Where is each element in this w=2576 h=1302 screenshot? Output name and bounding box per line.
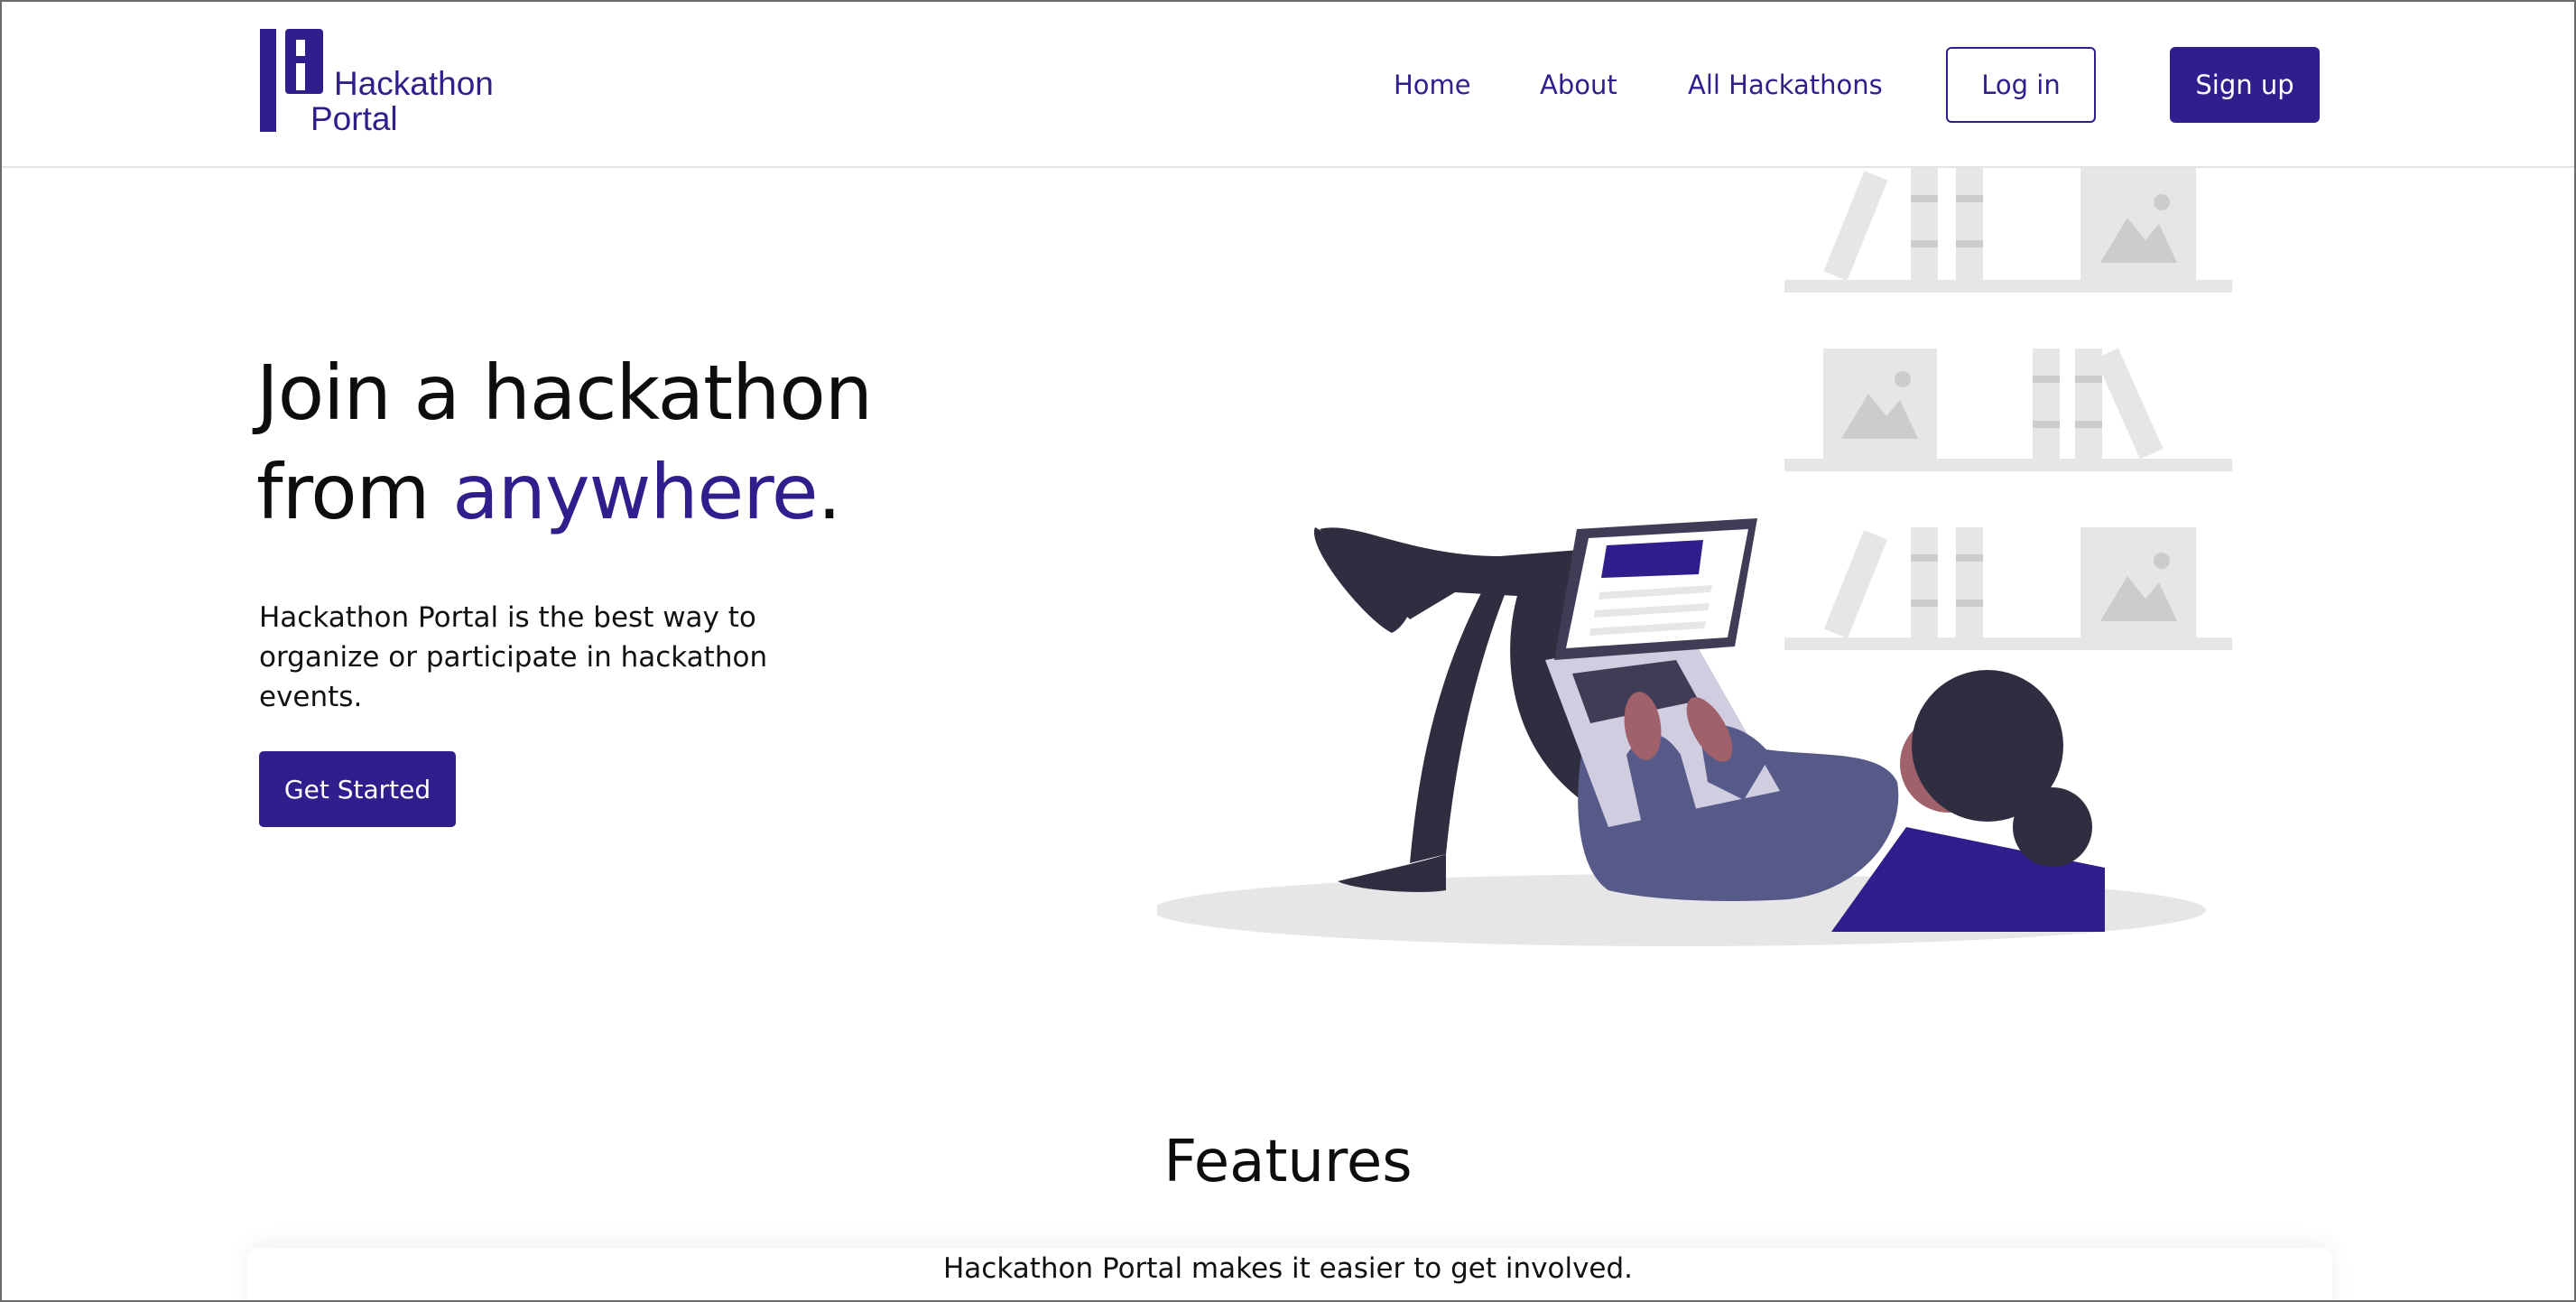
hero-title-prefix: from (256, 448, 453, 536)
hero-title-accent: anywhere (452, 448, 818, 536)
login-button[interactable]: Log in (1946, 47, 2096, 123)
browser-viewport: Hackathon Portal Home About All Hackatho… (0, 0, 2576, 1302)
features-subtitle: Hackathon Portal makes it easier to get … (942, 1252, 1634, 1285)
features-title: Features (1163, 1129, 1413, 1195)
hero-subtitle: Hackathon Portal is the best way to orga… (259, 601, 768, 713)
hero-title-line1: Join a hackathon (256, 349, 873, 437)
logo-text-line1: Hackathon (334, 65, 494, 102)
navbar: Hackathon Portal Home About All Hackatho… (2, 2, 2574, 168)
nav-all-hackathons-link[interactable]: All Hackathons (1688, 69, 1883, 101)
nav-home-link[interactable]: Home (1394, 69, 1471, 101)
get-started-button[interactable]: Get Started (259, 751, 456, 827)
person-laptop-illustration (1157, 168, 2232, 946)
hero-title-suffix: . (817, 448, 842, 536)
signup-button[interactable]: Sign up (2170, 47, 2320, 123)
nav-about-link[interactable]: About (1540, 69, 1617, 101)
logo-link[interactable]: Hackathon Portal (258, 27, 520, 140)
logo-text-line2: Portal (310, 100, 398, 137)
hero-title: Join a hackathon from anywhere. (256, 343, 873, 542)
